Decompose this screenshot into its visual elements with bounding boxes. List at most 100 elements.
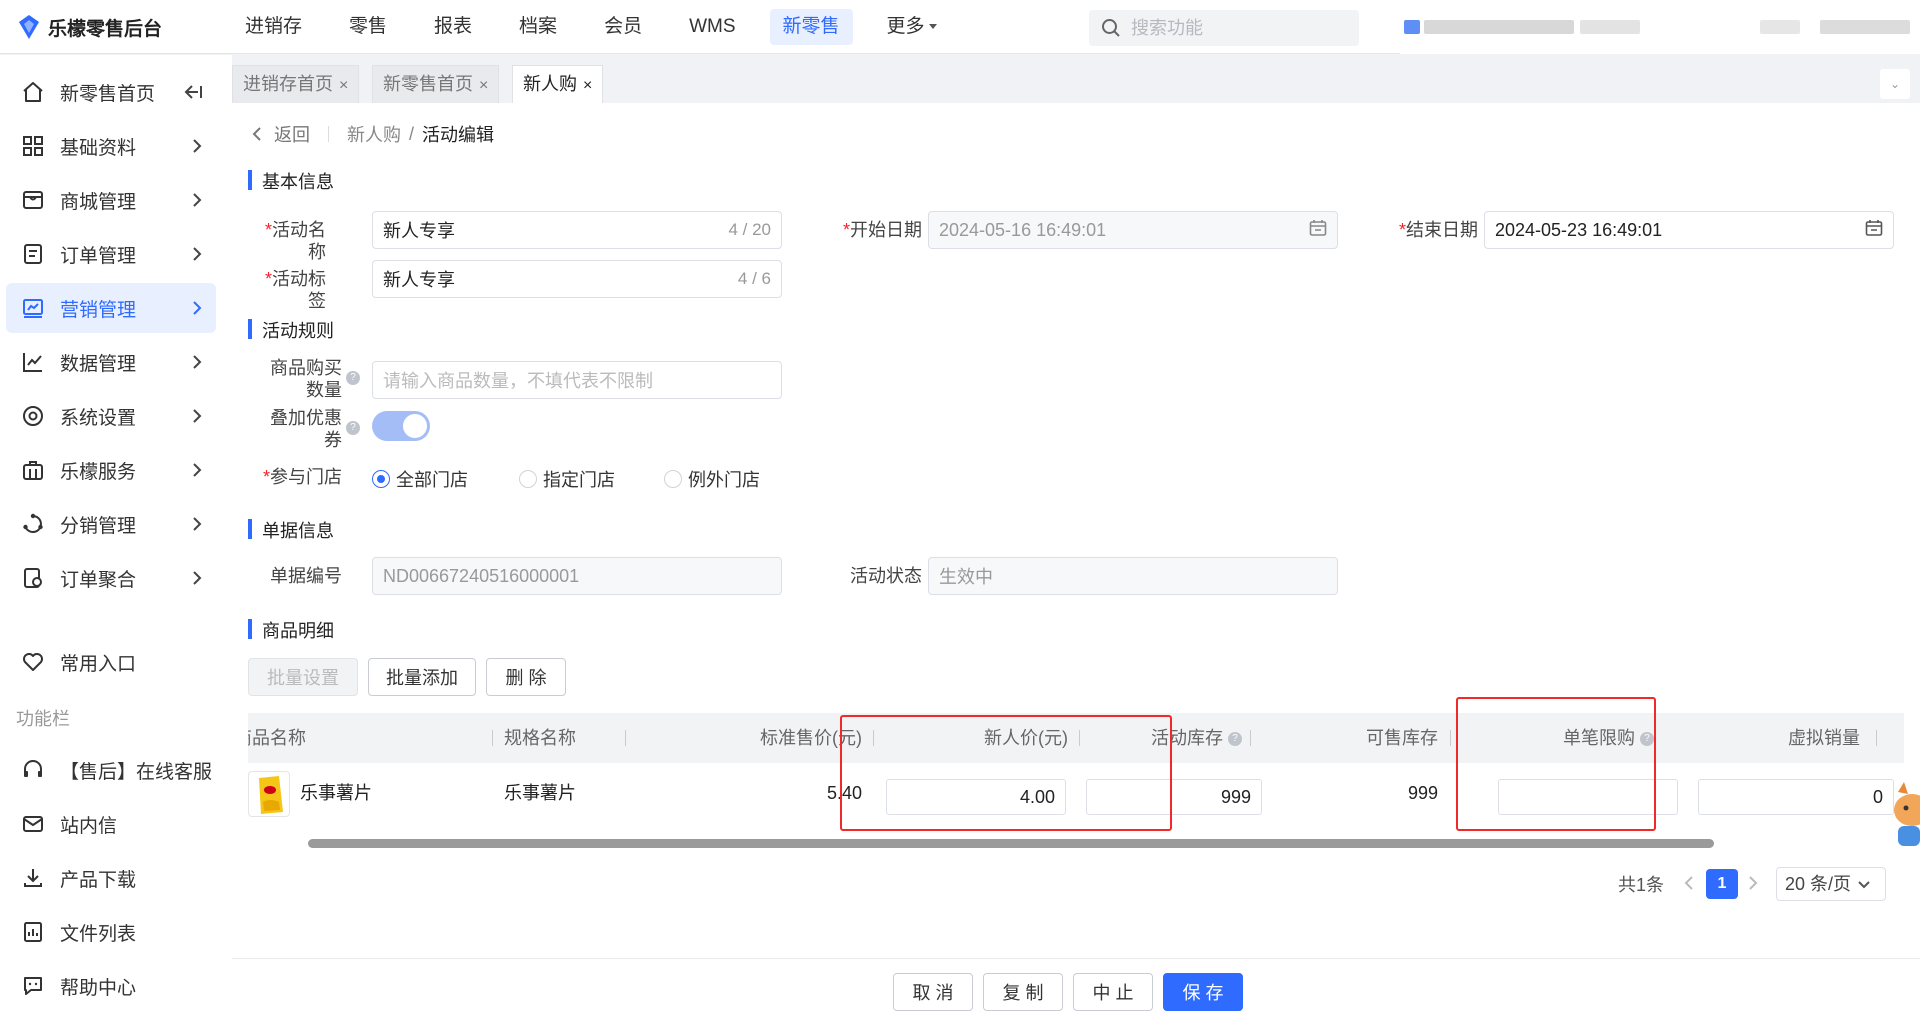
sidebar-item-favorites[interactable]: 常用入口 — [6, 637, 216, 687]
sidebar-item-new-retail-home[interactable]: 新零售首页 — [6, 67, 216, 117]
close-icon[interactable]: × — [479, 77, 488, 94]
tabs-more-dropdown[interactable]: ⌄ — [1880, 69, 1910, 99]
nav-reports[interactable]: 报表 — [421, 9, 485, 45]
doc-no-input[interactable]: ND00667240516000001 — [372, 557, 782, 595]
sidebar-item-mall[interactable]: 商城管理 — [6, 175, 216, 225]
sidebar-item-order-aggregation[interactable]: 订单聚合 — [6, 553, 216, 603]
cancel-button[interactable]: 取 消 — [893, 973, 973, 1011]
function-search[interactable] — [1089, 10, 1359, 46]
purchase-qty-input[interactable]: 请输入商品数量，不填代表不限制 — [372, 361, 782, 399]
nav-more[interactable]: 更多 — [874, 9, 950, 45]
chevron-down-icon: ⌄ — [1889, 77, 1901, 91]
doc-no-label: 单据编号 — [270, 566, 342, 586]
sidebar-item-distribution[interactable]: 分销管理 — [6, 499, 216, 549]
mascot-assistant-icon[interactable] — [1890, 780, 1920, 850]
activity-tag-input[interactable]: 新人专享 4 / 6 — [372, 260, 782, 298]
col-divider — [1876, 730, 1877, 746]
page-1-button[interactable]: 1 — [1706, 869, 1738, 899]
sidebar-item-orders[interactable]: 订单管理 — [6, 229, 216, 279]
cell-sellable-stock: 999 — [1407, 783, 1438, 803]
activity-tag-label: *活动标签 — [262, 268, 326, 312]
next-page-icon[interactable] — [1748, 875, 1758, 896]
sidebar-item-label: 新零售首页 — [60, 83, 156, 105]
nav-inventory[interactable]: 进销存 — [232, 9, 315, 45]
section-goods-detail: 商品明细 — [248, 617, 334, 643]
back-label: 返回 — [274, 125, 310, 145]
save-button[interactable]: 保 存 — [1163, 973, 1243, 1011]
sidebar-item-settings[interactable]: 系统设置 — [6, 391, 216, 441]
start-date-label-text: 开始日期 — [850, 220, 922, 240]
stop-button[interactable]: 中 止 — [1073, 973, 1153, 1011]
batch-add-button[interactable]: 批量添加 — [368, 658, 476, 696]
calendar-icon — [1309, 219, 1327, 242]
sidebar-tool-help[interactable]: 帮助中心 — [6, 961, 216, 1011]
prev-page-icon[interactable] — [1684, 875, 1694, 896]
sidebar-item-marketing[interactable]: 营销管理 — [6, 283, 216, 333]
sidebar-item-label: 基础资料 — [60, 137, 137, 159]
stack-coupon-toggle[interactable] — [372, 411, 430, 441]
chevron-left-icon — [252, 127, 261, 141]
virtual-sales-input[interactable]: 0 — [1698, 779, 1894, 815]
nav-new-retail[interactable]: 新零售 — [769, 9, 853, 45]
chart-icon — [20, 349, 46, 375]
tab-label: 新零售首页 — [383, 74, 473, 94]
sidebar-tool-download[interactable]: 产品下载 — [6, 853, 216, 903]
sidebar-tool-messages[interactable]: 站内信 — [6, 799, 216, 849]
close-icon[interactable]: × — [339, 77, 348, 94]
delete-button[interactable]: 删 除 — [486, 658, 566, 696]
close-icon[interactable]: × — [583, 77, 592, 94]
nav-archive[interactable]: 档案 — [506, 9, 570, 45]
breadcrumb-parent[interactable]: 新人购 — [347, 121, 401, 147]
activity-name-count: 4 / 20 — [728, 220, 771, 239]
sidebar-item-label: 产品下载 — [60, 869, 137, 891]
nav-members[interactable]: 会员 — [591, 9, 655, 45]
search-icon — [1102, 19, 1120, 37]
chevron-right-icon — [192, 516, 202, 537]
sidebar-tool-file-list[interactable]: 文件列表 — [6, 907, 216, 957]
download-icon — [20, 865, 46, 891]
required-mark: * — [264, 269, 272, 289]
activity-status-input[interactable]: 生效中 — [928, 557, 1338, 595]
collapse-sidebar-icon[interactable] — [184, 84, 202, 105]
tab-inventory-home[interactable]: 进销存首页 × — [232, 65, 360, 103]
copy-button[interactable]: 复 制 — [983, 973, 1063, 1011]
app-logo[interactable]: 乐檬零售后台 — [18, 14, 162, 40]
sidebar-item-basic-data[interactable]: 基础资料 — [6, 121, 216, 171]
col-divider — [1450, 730, 1451, 746]
radio-all-stores[interactable]: 全部门店 — [372, 466, 468, 492]
product-thumbnail — [248, 771, 290, 817]
nav-wms[interactable]: WMS — [676, 9, 748, 45]
sidebar-item-service[interactable]: 乐檬服务 — [6, 445, 216, 495]
search-input[interactable] — [1131, 17, 1351, 39]
page-size-select[interactable]: 20 条/页 — [1776, 867, 1886, 901]
sidebar-tool-online-support[interactable]: 【售后】在线客服 — [6, 745, 216, 795]
batch-settings-button[interactable]: 批量设置 — [248, 658, 358, 696]
sidebar-item-label: 文件列表 — [60, 923, 137, 945]
table-horizontal-scrollbar[interactable] — [308, 839, 1714, 848]
radio-specific-stores[interactable]: 指定门店 — [519, 466, 615, 492]
nav-retail[interactable]: 零售 — [336, 9, 400, 45]
help-icon[interactable]: ? — [346, 421, 360, 435]
required-mark: * — [842, 220, 850, 240]
radio-dot — [519, 470, 537, 488]
tab-newcomer-purchase[interactable]: 新人购 × — [512, 65, 604, 103]
tab-new-retail-home[interactable]: 新零售首页 × — [372, 65, 500, 103]
activity-name-input[interactable]: 新人专享 4 / 20 — [372, 211, 782, 249]
help-icon[interactable]: ? — [1228, 732, 1242, 747]
logo-text: 乐檬零售后台 — [48, 18, 163, 40]
col-sellable-stock: 可售库存 — [1366, 728, 1438, 748]
activity-status-label: 活动状态 — [850, 566, 922, 586]
back-link[interactable]: 返回 — [252, 121, 310, 147]
help-icon[interactable]: ? — [346, 371, 360, 385]
chevron-right-icon — [192, 246, 202, 267]
purchase-qty-label-line1: 商品购买 — [270, 358, 342, 378]
start-date-input[interactable]: 2024-05-16 16:49:01 — [928, 211, 1338, 249]
radio-excluded-stores[interactable]: 例外门店 — [664, 466, 760, 492]
sidebar-item-data[interactable]: 数据管理 — [6, 337, 216, 387]
activity-name-label-text: 活动名称 — [272, 220, 326, 262]
stores-label-text: 参与门店 — [270, 467, 342, 487]
end-date-input[interactable]: 2024-05-23 16:49:01 — [1484, 211, 1894, 249]
start-date-value: 2024-05-16 16:49:01 — [939, 219, 1107, 240]
chevron-right-icon — [192, 462, 202, 483]
end-date-label: *结束日期 — [1378, 219, 1478, 241]
